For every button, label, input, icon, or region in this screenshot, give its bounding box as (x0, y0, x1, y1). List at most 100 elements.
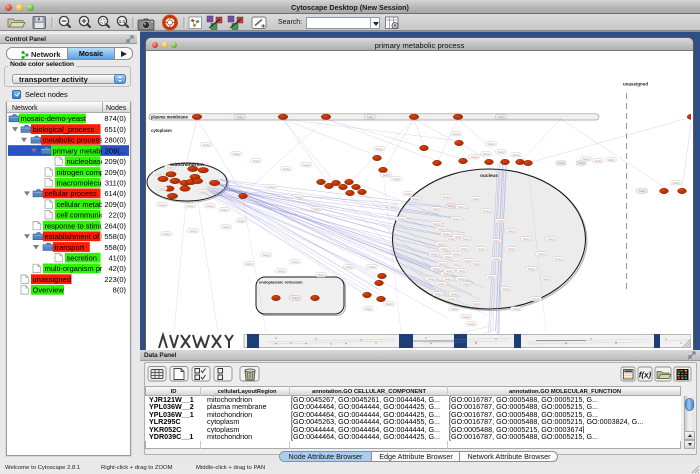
svg-text:Yxx(x): Yxx(x) (477, 247, 484, 251)
svg-text:614(0): 614(0) (104, 189, 126, 198)
svg-text:Yxx(x): Yxx(x) (364, 307, 371, 311)
svg-text:Yxx(x): Yxx(x) (472, 262, 479, 266)
svg-text:Yxx(x): Yxx(x) (367, 116, 374, 119)
svg-text:874(0): 874(0) (104, 114, 126, 123)
svg-text:Yxx(x): Yxx(x) (507, 247, 514, 251)
svg-text:Nodes: Nodes (106, 105, 127, 112)
svg-text:311(0): 311(0) (105, 179, 127, 188)
svg-text:Yxx(x): Yxx(x) (432, 222, 439, 226)
svg-text:Yxx(x): Yxx(x) (252, 159, 259, 163)
svg-text:Yxx(x): Yxx(x) (467, 322, 474, 326)
svg-text:Yxx(x): Yxx(x) (245, 262, 252, 266)
svg-text:transport: transport (55, 243, 86, 252)
svg-text:cellular process: cellular process (45, 189, 97, 198)
svg-text:endoplasmic reticulum: endoplasmic reticulum (259, 280, 303, 285)
svg-text:558(0): 558(0) (104, 243, 126, 252)
svg-text:multi-organism pro: multi-organism pro (45, 264, 107, 273)
svg-text:Yxx(x): Yxx(x) (450, 292, 457, 296)
svg-text:Yxx(x): Yxx(x) (345, 265, 352, 269)
svg-text:Yxx(x): Yxx(x) (472, 302, 479, 306)
svg-text:Yxx(x): Yxx(x) (582, 157, 589, 161)
svg-text:Yxx(x): Yxx(x) (450, 307, 457, 311)
svg-text:establishment of loc: establishment of loc (45, 232, 112, 241)
svg-text:Yxx(x): Yxx(x) (462, 282, 469, 286)
svg-text:Yxx(x): Yxx(x) (389, 205, 396, 209)
svg-text:mosaic-demo-yeast: mosaic-demo-yeast (21, 114, 87, 123)
svg-text:Yxx(x): Yxx(x) (437, 282, 444, 286)
svg-text:Yxx(x): Yxx(x) (282, 167, 289, 171)
svg-text:651(0): 651(0) (104, 125, 126, 134)
svg-text:Yxx(x): Yxx(x) (158, 203, 165, 207)
svg-text:Yxx(x): Yxx(x) (237, 116, 244, 119)
svg-text:Yxx(x): Yxx(x) (302, 163, 309, 167)
svg-text:Yxx(x): Yxx(x) (454, 235, 461, 239)
svg-text:Yxx(x): Yxx(x) (522, 237, 529, 241)
svg-text:cell communicati: cell communicati (57, 211, 113, 220)
svg-text:Yxx(x): Yxx(x) (412, 197, 419, 201)
svg-text:Yxx(x): Yxx(x) (189, 229, 196, 233)
svg-text:Yxx(x): Yxx(x) (382, 173, 389, 177)
svg-text:Yxx(x): Yxx(x) (432, 267, 439, 271)
svg-text:Yxx(x): Yxx(x) (497, 219, 504, 223)
svg-text:Network: Network (12, 105, 38, 112)
svg-text:primary metabol: primary metabol (53, 146, 107, 155)
svg-text:Yxx(x): Yxx(x) (472, 197, 479, 201)
svg-text:macromolecule: macromolecule (57, 179, 108, 188)
svg-text:Yxx(x): Yxx(x) (470, 155, 477, 159)
svg-text:Yxx(x): Yxx(x) (444, 277, 451, 281)
svg-text:Yxx(x): Yxx(x) (507, 229, 514, 233)
svg-text:Yxx(x): Yxx(x) (502, 287, 509, 291)
svg-text:Yxx(x): Yxx(x) (430, 252, 437, 256)
svg-text:41(0): 41(0) (108, 254, 126, 263)
svg-text:Yxx(x): Yxx(x) (542, 277, 549, 281)
svg-text:Yxx(x): Yxx(x) (440, 247, 447, 251)
svg-text:Yxx(x): Yxx(x) (277, 269, 284, 273)
svg-text:Yxx(x): Yxx(x) (512, 153, 519, 157)
svg-text:Overview: Overview (33, 286, 65, 295)
svg-text:cellular metabol: cellular metabol (57, 200, 110, 209)
svg-text:Yxx(x): Yxx(x) (445, 269, 452, 273)
svg-text:Yxx(x): Yxx(x) (457, 277, 464, 281)
svg-text:Yxx(x): Yxx(x) (527, 267, 534, 271)
svg-text:Yxx(x): Yxx(x) (294, 195, 301, 199)
svg-text:Yxx(x): Yxx(x) (262, 253, 269, 257)
svg-text:558(0): 558(0) (104, 232, 126, 241)
svg-text:209(...: 209(... (105, 146, 126, 155)
svg-text:Yxx(x): Yxx(x) (432, 207, 439, 211)
svg-text:Yxx(x): Yxx(x) (375, 147, 382, 151)
svg-text:Yxx(x): Yxx(x) (457, 205, 464, 209)
svg-text:Yxx(x): Yxx(x) (220, 208, 227, 212)
svg-text:Yxx(x): Yxx(x) (672, 181, 679, 185)
svg-text:Yxx(x): Yxx(x) (312, 207, 319, 211)
svg-text:Yxx(x): Yxx(x) (497, 150, 504, 154)
svg-text:nucleus: nucleus (480, 173, 498, 178)
svg-text:Yxx(x): Yxx(x) (487, 275, 494, 279)
svg-text:cytoplasm: cytoplasm (151, 128, 172, 133)
svg-text:Yxx(x): Yxx(x) (317, 273, 324, 277)
svg-text:Yxx(x): Yxx(x) (438, 262, 445, 266)
svg-text:unassigned: unassigned (33, 275, 71, 284)
svg-text:mitochondrion: mitochondrion (170, 162, 204, 168)
svg-text:Yxx(x): Yxx(x) (537, 252, 544, 256)
svg-text:Yxx(x): Yxx(x) (492, 239, 499, 243)
svg-text:Yxx(x): Yxx(x) (594, 159, 601, 163)
svg-text:Yxx(x): Yxx(x) (232, 152, 239, 156)
svg-text:Yxx(x): Yxx(x) (385, 302, 392, 306)
svg-text:209(0): 209(0) (104, 168, 126, 177)
svg-text:42(0): 42(0) (108, 264, 126, 273)
svg-text:Yxx(x): Yxx(x) (558, 162, 565, 165)
svg-text:Yxx(x): Yxx(x) (482, 152, 489, 156)
svg-text:Yxx(x): Yxx(x) (554, 257, 561, 261)
svg-text:223(0): 223(0) (104, 275, 126, 284)
svg-text:Yxx(x): Yxx(x) (392, 177, 399, 181)
svg-text:Yxx(x): Yxx(x) (442, 195, 449, 199)
svg-text:Yxx(x): Yxx(x) (162, 232, 169, 236)
svg-text:Yxx(x): Yxx(x) (434, 292, 441, 296)
svg-text:Yxx(x): Yxx(x) (158, 187, 165, 191)
svg-text:Yxx(x): Yxx(x) (397, 217, 404, 221)
svg-text:Yxx(x): Yxx(x) (452, 132, 459, 136)
svg-text:8(0): 8(0) (113, 286, 127, 295)
svg-text:response to stimulu: response to stimulu (45, 221, 110, 230)
svg-text:Yxx(x): Yxx(x) (492, 257, 499, 261)
svg-text:Yxx(x): Yxx(x) (607, 158, 614, 162)
